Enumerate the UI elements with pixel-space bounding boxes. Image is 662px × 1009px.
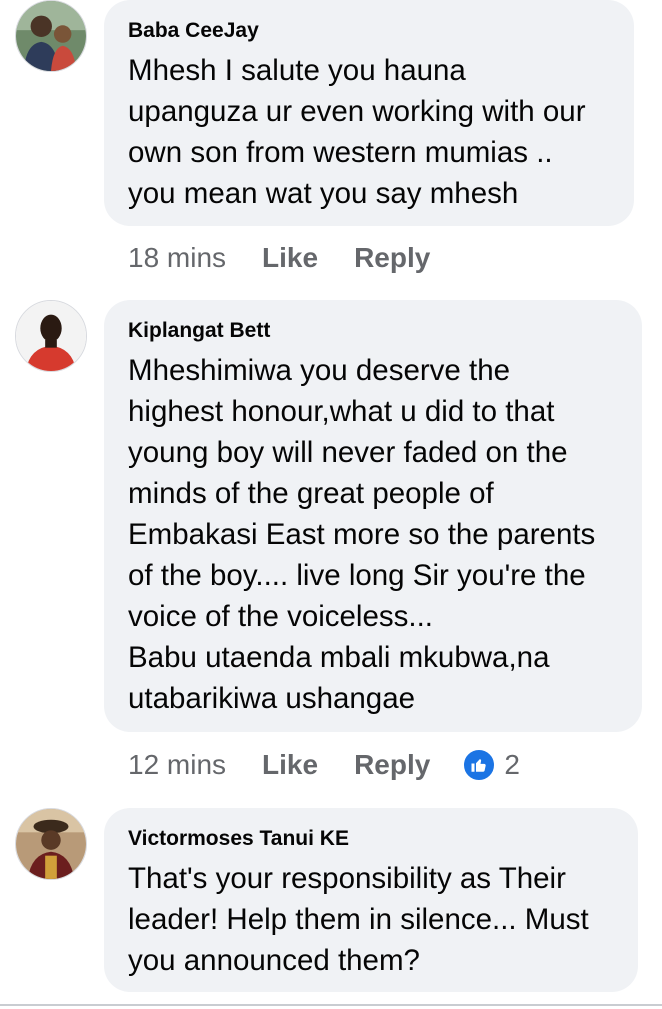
comment-bubble: Baba CeeJay Mhesh I salute you hauna upa… (104, 0, 634, 226)
comment-text: Mhesh I salute you hauna upanguza ur eve… (128, 54, 586, 210)
like-button[interactable]: Like (262, 242, 318, 274)
reaction-summary[interactable]: 2 (462, 748, 520, 782)
comment-bubble: Kiplangat Bett Mheshimiwa you deserve th… (104, 300, 642, 732)
avatar[interactable] (15, 300, 87, 372)
comment-actions: 12 mins Like Reply 2 (128, 745, 520, 785)
comment-author[interactable]: Baba CeeJay (128, 18, 610, 44)
thumbs-up-icon (462, 748, 497, 782)
avatar[interactable] (15, 0, 87, 72)
comment-text: Mheshimiwa you deserve the highest honou… (128, 354, 596, 715)
profile-photo-icon (16, 1, 86, 71)
comment-text: That's your responsibility as Their lead… (128, 862, 589, 977)
avatar[interactable] (15, 808, 87, 880)
comment-timestamp[interactable]: 18 mins (128, 242, 226, 274)
profile-photo-icon (16, 809, 86, 879)
reply-button[interactable]: Reply (354, 749, 430, 781)
comment-bubble: Victormoses Tanui KE That's your respons… (104, 808, 638, 992)
profile-photo-icon (16, 301, 86, 371)
reply-button[interactable]: Reply (354, 242, 430, 274)
comment-author[interactable]: Victormoses Tanui KE (128, 826, 614, 852)
divider (0, 1004, 662, 1006)
comment-timestamp[interactable]: 12 mins (128, 749, 226, 781)
like-button[interactable]: Like (262, 749, 318, 781)
comment-actions: 18 mins Like Reply (128, 238, 466, 278)
reaction-count: 2 (504, 749, 520, 780)
comment-author[interactable]: Kiplangat Bett (128, 318, 618, 344)
